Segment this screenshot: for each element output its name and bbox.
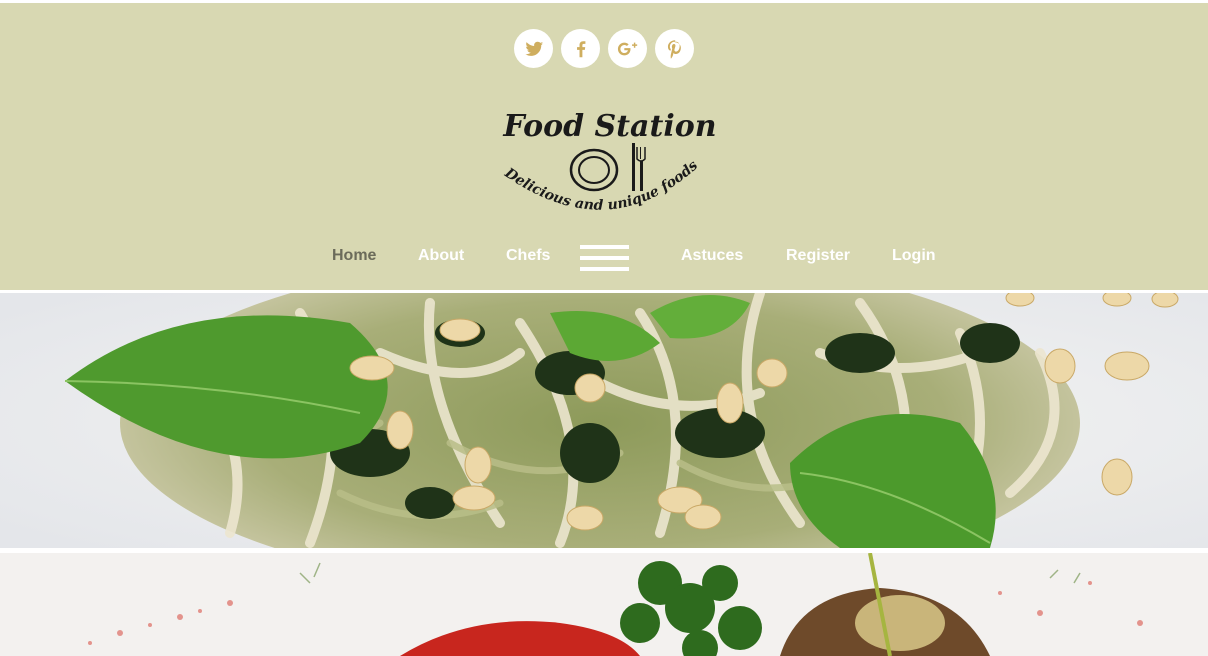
nav-astuces[interactable]: Astuces xyxy=(681,247,743,265)
twitter-link[interactable] xyxy=(514,29,553,68)
nav-home[interactable]: Home xyxy=(332,247,376,265)
plate-icon xyxy=(569,148,619,192)
logo-graphic: Food Station Delicious and unique foods xyxy=(501,109,717,214)
pinterest-link[interactable] xyxy=(655,29,694,68)
social-links xyxy=(514,29,694,68)
grilled-dish-image xyxy=(0,553,1208,656)
hamburger-bar xyxy=(580,256,629,260)
logo-tagline-text: Delicious and unique foods xyxy=(501,157,701,213)
nav-register[interactable]: Register xyxy=(786,247,850,265)
pesto-pasta-banner xyxy=(0,293,1208,548)
hamburger-menu-icon[interactable] xyxy=(580,243,629,273)
page: Food Station Delicious and unique foods xyxy=(0,0,1208,656)
pesto-pasta-image xyxy=(0,293,1208,548)
grilled-dish-banner xyxy=(0,553,1208,656)
site-header: Food Station Delicious and unique foods xyxy=(0,3,1208,290)
pinterest-icon xyxy=(667,39,681,59)
facebook-link[interactable] xyxy=(561,29,600,68)
hamburger-bar xyxy=(580,245,629,249)
logo-tagline: Delicious and unique foods xyxy=(501,157,701,213)
facebook-icon xyxy=(576,40,585,57)
twitter-icon xyxy=(524,41,543,56)
fork-knife-icon xyxy=(632,143,646,191)
google-plus-icon xyxy=(617,42,637,55)
nav-login[interactable]: Login xyxy=(892,247,936,265)
main-navigation: Home About Chefs Astuces Register Login xyxy=(0,243,1208,275)
food-station-logo[interactable]: Food Station Delicious and unique foods xyxy=(494,103,726,229)
nav-chefs[interactable]: Chefs xyxy=(506,247,550,265)
nav-about[interactable]: About xyxy=(418,247,464,265)
logo-title: Food Station xyxy=(502,109,716,144)
hamburger-bar xyxy=(580,267,629,271)
google-plus-link[interactable] xyxy=(608,29,647,68)
